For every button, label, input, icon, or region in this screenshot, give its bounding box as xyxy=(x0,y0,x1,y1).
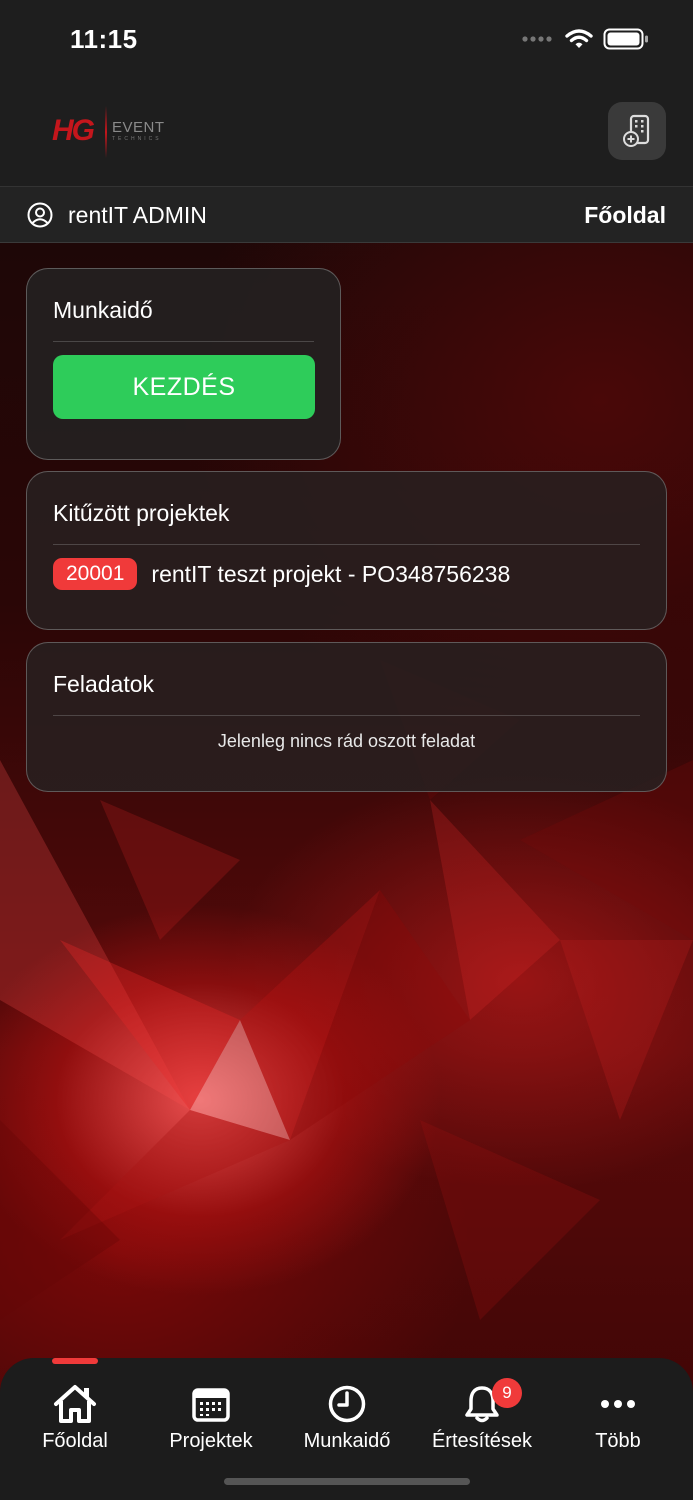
pinned-projects-card: Kitűzött projektek 20001 rentIT teszt pr… xyxy=(26,471,667,630)
logo-divider xyxy=(105,106,107,158)
start-work-button[interactable]: KEZDÉS xyxy=(53,355,315,419)
pinned-project-item[interactable]: 20001 rentIT teszt projekt - PO348756238 xyxy=(53,558,510,590)
tab-label: Főoldal xyxy=(42,1430,108,1452)
tasks-card: Feladatok Jelenleg nincs rád oszott fela… xyxy=(26,642,667,792)
user-bar: rentIT ADMIN Főoldal xyxy=(0,187,693,243)
tasks-empty-message: Jelenleg nincs rád oszott feladat xyxy=(217,731,476,751)
project-id-badge: 20001 xyxy=(53,558,138,590)
tab-label: Értesítések xyxy=(431,1430,533,1452)
status-bar: 11:15 xyxy=(0,0,693,80)
tab-label: Projektek xyxy=(169,1430,253,1452)
active-tab-indicator xyxy=(52,1358,98,1364)
tab-munkaido[interactable]: Munkaidő xyxy=(279,1384,415,1453)
work-time-title: Munkaidő xyxy=(53,297,153,323)
tab-fooldal[interactable]: Főoldal xyxy=(7,1384,143,1453)
user-icon xyxy=(27,202,53,228)
pinned-projects-title: Kitűzött projektek xyxy=(53,500,230,526)
calendar-icon xyxy=(192,1388,230,1422)
wifi-icon xyxy=(565,29,593,48)
signal-icon xyxy=(522,36,552,42)
tab-label: Munkaidő xyxy=(303,1430,391,1452)
company-logo: HG EVENT TECHNICS xyxy=(52,102,172,160)
status-time: 11:15 xyxy=(70,24,138,54)
divider xyxy=(53,715,640,716)
divider xyxy=(53,341,314,342)
status-icons xyxy=(521,28,649,50)
clock-icon xyxy=(328,1385,366,1423)
battery-icon xyxy=(603,28,648,50)
divider xyxy=(53,544,640,545)
tab-label: Több xyxy=(595,1430,641,1452)
device-add-icon xyxy=(623,114,650,147)
home-icon xyxy=(54,1385,96,1423)
logo-tagline: TECHNICS xyxy=(112,136,162,142)
tab-projektek[interactable]: Projektek xyxy=(143,1384,279,1453)
home-indicator xyxy=(224,1478,470,1485)
notification-badge: 9 xyxy=(492,1378,522,1408)
device-add-button[interactable] xyxy=(608,102,666,160)
tab-tobb[interactable]: Több xyxy=(550,1384,686,1453)
user-name[interactable]: rentIT ADMIN xyxy=(68,202,207,229)
tab-ertesitesek[interactable]: 9 Értesítések xyxy=(414,1378,550,1453)
project-name: rentIT teszt projekt - PO348756238 xyxy=(151,560,511,587)
tasks-title: Feladatok xyxy=(53,671,155,697)
work-time-card: Munkaidő KEZDÉS xyxy=(26,268,341,460)
logo-sub: EVENT xyxy=(112,119,165,136)
more-icon xyxy=(601,1400,635,1408)
app-header: HG EVENT TECHNICS xyxy=(0,80,693,187)
page-title: Főoldal xyxy=(584,202,666,228)
logo-brand: HG xyxy=(52,114,95,147)
